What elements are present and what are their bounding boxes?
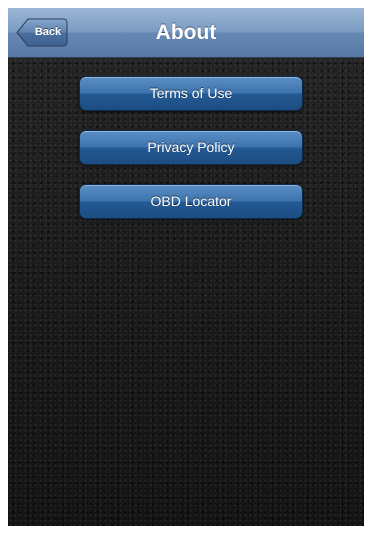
page-title: About (155, 21, 217, 44)
app-screen: Back About Terms of Use Privacy Policy O… (8, 8, 364, 526)
obd-locator-button[interactable]: OBD Locator (79, 184, 303, 219)
navigation-bar: Back About (8, 8, 364, 58)
terms-of-use-button[interactable]: Terms of Use (79, 76, 303, 111)
privacy-policy-button[interactable]: Privacy Policy (79, 130, 303, 165)
